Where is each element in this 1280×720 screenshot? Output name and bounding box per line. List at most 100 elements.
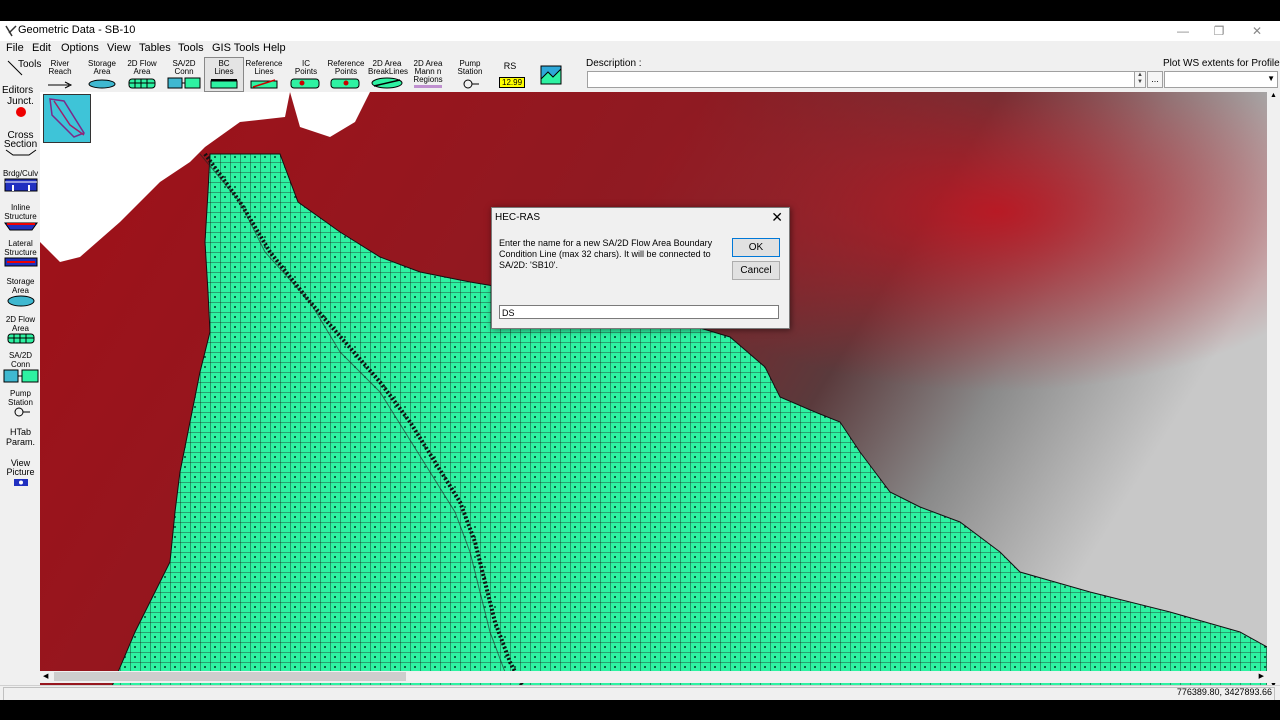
overview-map-icon [49, 98, 86, 138]
pump-station-tool-label: Pump Station [457, 59, 483, 76]
river-reach-button[interactable]: River Reach [40, 57, 80, 92]
reference-points-label: Reference Points [327, 59, 365, 76]
menu-options[interactable]: Options [61, 42, 99, 54]
bc-line-name-input[interactable]: DS [499, 305, 779, 319]
menu-tables[interactable]: Tables [139, 42, 171, 54]
cancel-button[interactable]: Cancel [732, 261, 780, 280]
ic-points-label: IC Points [294, 59, 318, 76]
inline-structure-icon [3, 222, 38, 231]
bc-line-icon [210, 79, 238, 89]
inline-structure-button[interactable]: Inline Structure [2, 203, 39, 237]
mesh-grid-icon [128, 78, 156, 89]
down-arrow-icon: ▼ [1137, 79, 1143, 85]
scroll-up-icon: ▲ [1270, 92, 1277, 99]
reference-lines-label: Reference Lines [245, 59, 283, 76]
description-scroll[interactable]: ▲ ▼ [1134, 71, 1146, 88]
ok-button[interactable]: OK [732, 238, 780, 257]
storage-area-icon [88, 79, 116, 89]
maximize-button[interactable]: ❐ [1200, 21, 1238, 41]
description-ellipsis-button[interactable]: ... [1147, 71, 1163, 88]
bridge-icon [4, 178, 37, 192]
sa2d-conn-editor-label: SA/2D Conn [8, 351, 33, 369]
bc-lines-button[interactable]: BC Lines [204, 57, 244, 92]
bridge-culvert-button[interactable]: Brdg/Culv [2, 169, 39, 201]
plot-ws-profile-select[interactable]: ▼ [1164, 71, 1278, 88]
flow-area-2d-editor-button[interactable]: 2D Flow Area [2, 315, 39, 349]
menu-file[interactable]: File [6, 42, 24, 54]
status-bar: 776389.80, 3427893.66 [0, 685, 1280, 700]
lateral-structure-label: Lateral Structure [4, 239, 37, 257]
menu-view[interactable]: View [107, 42, 131, 54]
close-button[interactable]: ✕ [1238, 21, 1276, 41]
reference-points-button[interactable]: Reference Points [326, 57, 366, 92]
reference-lines-button[interactable]: Reference Lines [244, 57, 284, 92]
overview-thumbnail[interactable] [43, 94, 91, 143]
bc-line-name-dialog: HEC-RAS ✕ Enter the name for a new SA/2D… [491, 207, 790, 329]
junction-label: Junct. [7, 96, 34, 107]
cross-section-button[interactable]: Cross Section [2, 131, 39, 165]
rs-value-tag: 12.99 [499, 77, 526, 88]
geometry-map-canvas[interactable] [40, 92, 1267, 691]
scroll-right-icon: ▶ [1258, 673, 1264, 680]
horizontal-scroll-thumb[interactable] [54, 672, 406, 681]
mann-n-regions-label: 2D Area Mann n Regions [413, 59, 443, 84]
description-label: Description : [586, 58, 642, 69]
minimize-button[interactable]: — [1164, 21, 1202, 41]
menu-gis-tools[interactable]: GIS Tools [212, 42, 260, 54]
flow-area-2d-editor-label: 2D Flow Area [5, 315, 36, 333]
mann-n-region-icon [414, 85, 442, 88]
storage-area-tool-label: Storage Area [87, 59, 117, 76]
flow-area-2d-editor-icon [7, 333, 34, 344]
pump-icon [463, 79, 479, 89]
breakline-icon [371, 77, 403, 89]
lateral-structure-button[interactable]: Lateral Structure [2, 239, 39, 273]
rs-button[interactable]: RS 12.99 [490, 57, 530, 92]
view-picture-button[interactable]: View Picture [2, 459, 39, 493]
vertical-scrollbar[interactable]: ▲ ▼ [1267, 92, 1280, 691]
lateral-structure-icon [4, 257, 37, 267]
status-coordinates: 776389.80, 3427893.66 [1176, 687, 1272, 697]
mann-n-regions-button[interactable]: 2D Area Mann n Regions [408, 57, 448, 92]
pump-station-tool-button[interactable]: Pump Station [450, 57, 490, 92]
editors-label: Editors [2, 85, 34, 96]
pump-station-editor-button[interactable]: Pump Station [2, 389, 39, 421]
up-arrow-icon: ▲ [1137, 72, 1143, 78]
reference-line-icon [250, 79, 278, 89]
storage-area-editor-button[interactable]: Storage Area [2, 277, 39, 311]
bridge-culvert-label: Brdg/Culv [2, 169, 39, 178]
htab-param-button[interactable]: HTab Param. [2, 425, 39, 455]
geometric-data-window: Geometric Data - SB-10 — ❐ ✕ File Edit O… [0, 21, 1280, 700]
ic-points-button[interactable]: IC Points [286, 57, 326, 92]
pump-station-editor-icon [14, 407, 30, 417]
htab-param-label: HTab Param. [5, 427, 35, 447]
storage-area-tool-button[interactable]: Storage Area [82, 57, 122, 92]
bc-lines-label: BC Lines [214, 59, 234, 76]
scroll-left-icon: ◀ [43, 673, 49, 680]
view-picture-label: View Picture [6, 458, 35, 477]
inline-structure-label: Inline Structure [4, 203, 37, 221]
hecras-app-icon [5, 25, 17, 37]
storage-area-editor-icon [7, 295, 34, 307]
breaklines-button[interactable]: 2D Area BreakLines [367, 57, 408, 92]
cross-section-icon [5, 149, 36, 156]
sa2d-conn-tool-button[interactable]: SA/2D Conn [164, 57, 204, 92]
camera-icon [13, 479, 28, 486]
horizontal-scrollbar[interactable]: ◀ ▶ [40, 671, 1267, 683]
title-bar: Geometric Data - SB-10 — ❐ ✕ [0, 21, 1280, 41]
chevron-down-icon: ▼ [1267, 74, 1275, 83]
river-reach-label: River Reach [48, 59, 72, 76]
junction-button[interactable]: Junct. [2, 97, 39, 127]
menu-tools[interactable]: Tools [178, 42, 204, 54]
sa2d-conn-editor-button[interactable]: SA/2D Conn [2, 351, 39, 385]
background-map-button[interactable] [531, 57, 571, 92]
menu-help[interactable]: Help [263, 42, 286, 54]
flow-area-2d-tool-button[interactable]: 2D Flow Area [122, 57, 162, 92]
junction-icon [15, 107, 26, 117]
menu-edit[interactable]: Edit [32, 42, 51, 54]
cross-section-label: Cross Section [3, 130, 38, 150]
description-input[interactable] [587, 71, 1135, 88]
dialog-message: Enter the name for a new SA/2D Flow Area… [499, 238, 713, 270]
close-icon: ✕ [1251, 24, 1263, 38]
dialog-title: HEC-RAS [495, 212, 541, 223]
dialog-close-button[interactable]: ✕ [771, 209, 783, 226]
